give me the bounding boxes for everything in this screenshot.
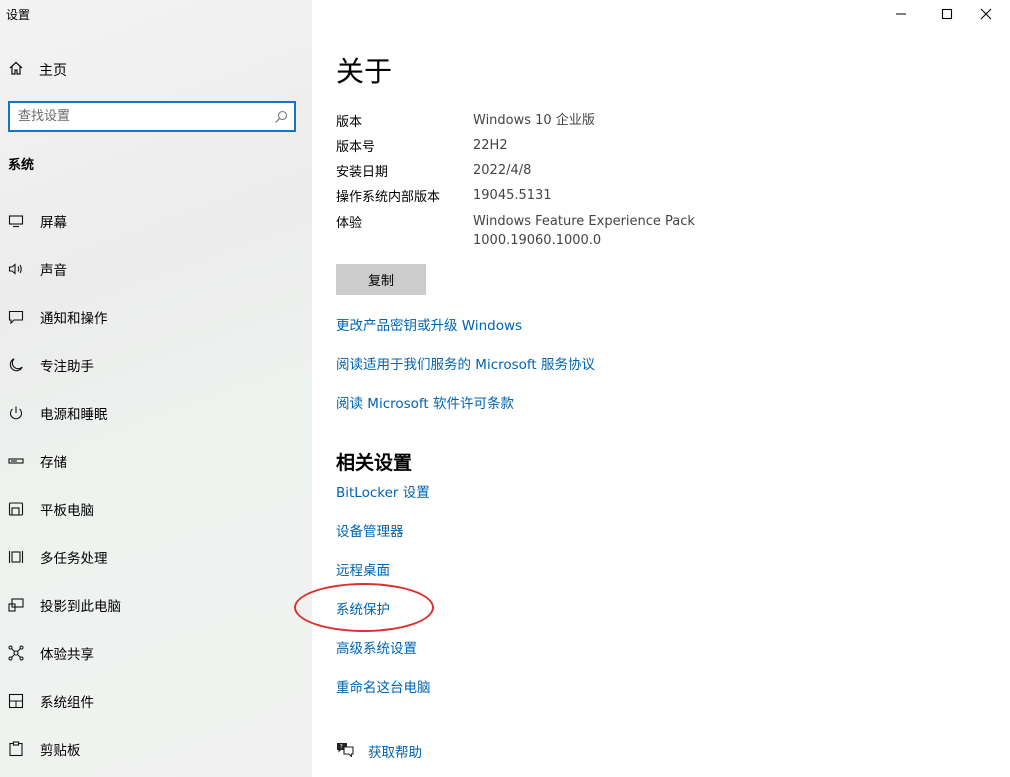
tablet-icon [8, 501, 24, 517]
sidebar-item-system-components[interactable]: 系统组件 [8, 689, 298, 713]
storage-icon [8, 453, 24, 469]
search-icon[interactable] [274, 109, 288, 128]
window-title: 设置 [6, 8, 31, 22]
link-change-product-key[interactable]: 更改产品密钥或升级 Windows [336, 314, 522, 334]
spec-key: 体验 [336, 216, 363, 231]
help-chat-icon: ? [336, 741, 354, 761]
close-icon [980, 8, 992, 20]
sidebar-item-label: 多任务处理 [40, 551, 108, 567]
sidebar-item-label: 系统组件 [40, 695, 94, 711]
sidebar-item-power-sleep[interactable]: 电源和睡眠 [8, 401, 298, 425]
project-icon [8, 597, 24, 613]
sidebar-item-clipboard[interactable]: 剪贴板 [8, 737, 298, 761]
monitor-icon [8, 213, 24, 229]
speaker-icon [8, 261, 24, 277]
annotation-ellipse [294, 583, 434, 632]
spec-value: 19045.5131 [473, 188, 552, 203]
sidebar-home-label: 主页 [39, 63, 67, 79]
spec-value: Windows Feature Experience Pack 1000.190… [473, 214, 695, 248]
minimize-button[interactable] [878, 4, 924, 24]
sidebar: 设置 主页 系统 屏幕 声音 通知和操作 专注助手 电源和睡眠 存储 平板 [0, 0, 312, 777]
clipboard-icon [8, 741, 24, 757]
link-bitlocker-settings[interactable]: BitLocker 设置 [336, 481, 430, 501]
power-icon [8, 405, 24, 421]
sidebar-item-label: 屏幕 [40, 215, 67, 231]
link-device-manager[interactable]: 设备管理器 [336, 520, 404, 540]
link-advanced-system-settings[interactable]: 高级系统设置 [336, 637, 417, 657]
notification-icon [8, 309, 24, 325]
home-icon [8, 60, 24, 80]
sidebar-item-notifications[interactable]: 通知和操作 [8, 305, 298, 329]
get-help-label: 获取帮助 [368, 745, 422, 761]
search-box[interactable] [8, 101, 296, 132]
sidebar-item-storage[interactable]: 存储 [8, 449, 298, 473]
minimize-icon [896, 13, 906, 15]
sidebar-item-label: 投影到此电脑 [40, 599, 121, 615]
spec-value: 22H2 [473, 138, 508, 153]
maximize-icon [941, 8, 953, 20]
copy-button[interactable]: 复制 [336, 264, 426, 295]
search-input[interactable] [10, 103, 260, 130]
components-icon [8, 693, 24, 709]
get-help-link[interactable]: ? 获取帮助 [336, 741, 422, 761]
spec-value: Windows 10 企业版 [473, 113, 595, 128]
sidebar-item-shared-experiences[interactable]: 体验共享 [8, 641, 298, 665]
spec-key: 安装日期 [336, 165, 389, 180]
sidebar-item-label: 体验共享 [40, 647, 94, 663]
link-services-agreement[interactable]: 阅读适用于我们服务的 Microsoft 服务协议 [336, 353, 595, 373]
multitask-icon [8, 549, 24, 565]
sidebar-item-label: 声音 [40, 263, 67, 279]
sidebar-section-title: 系统 [8, 158, 35, 173]
sidebar-item-multitasking[interactable]: 多任务处理 [8, 545, 298, 569]
moon-icon [8, 357, 24, 373]
sidebar-item-display[interactable]: 屏幕 [8, 209, 298, 233]
sidebar-item-label: 存储 [40, 455, 67, 471]
link-license-terms[interactable]: 阅读 Microsoft 软件许可条款 [336, 392, 514, 412]
spec-key: 版本号 [336, 140, 376, 155]
spec-value: 2022/4/8 [473, 163, 532, 178]
sidebar-item-sound[interactable]: 声音 [8, 257, 298, 281]
sidebar-item-label: 通知和操作 [40, 311, 108, 327]
sidebar-item-project-to-pc[interactable]: 投影到此电脑 [8, 593, 298, 617]
sidebar-item-label: 剪贴板 [40, 743, 81, 759]
spec-key: 版本 [336, 115, 363, 130]
spec-key: 操作系统内部版本 [336, 190, 441, 205]
close-button[interactable] [964, 4, 1008, 24]
sidebar-item-label: 电源和睡眠 [40, 407, 108, 423]
related-settings-title: 相关设置 [336, 452, 413, 474]
sidebar-item-label: 专注助手 [40, 359, 94, 375]
page-title: 关于 [336, 55, 393, 88]
sidebar-item-label: 平板电脑 [40, 503, 94, 519]
link-remote-desktop[interactable]: 远程桌面 [336, 559, 390, 579]
sidebar-item-tablet[interactable]: 平板电脑 [8, 497, 298, 521]
svg-text:?: ? [340, 744, 343, 751]
sidebar-item-focus-assist[interactable]: 专注助手 [8, 353, 298, 377]
link-rename-pc[interactable]: 重命名这台电脑 [336, 676, 431, 696]
sidebar-home[interactable]: 主页 [8, 58, 67, 82]
share-icon [8, 645, 24, 661]
